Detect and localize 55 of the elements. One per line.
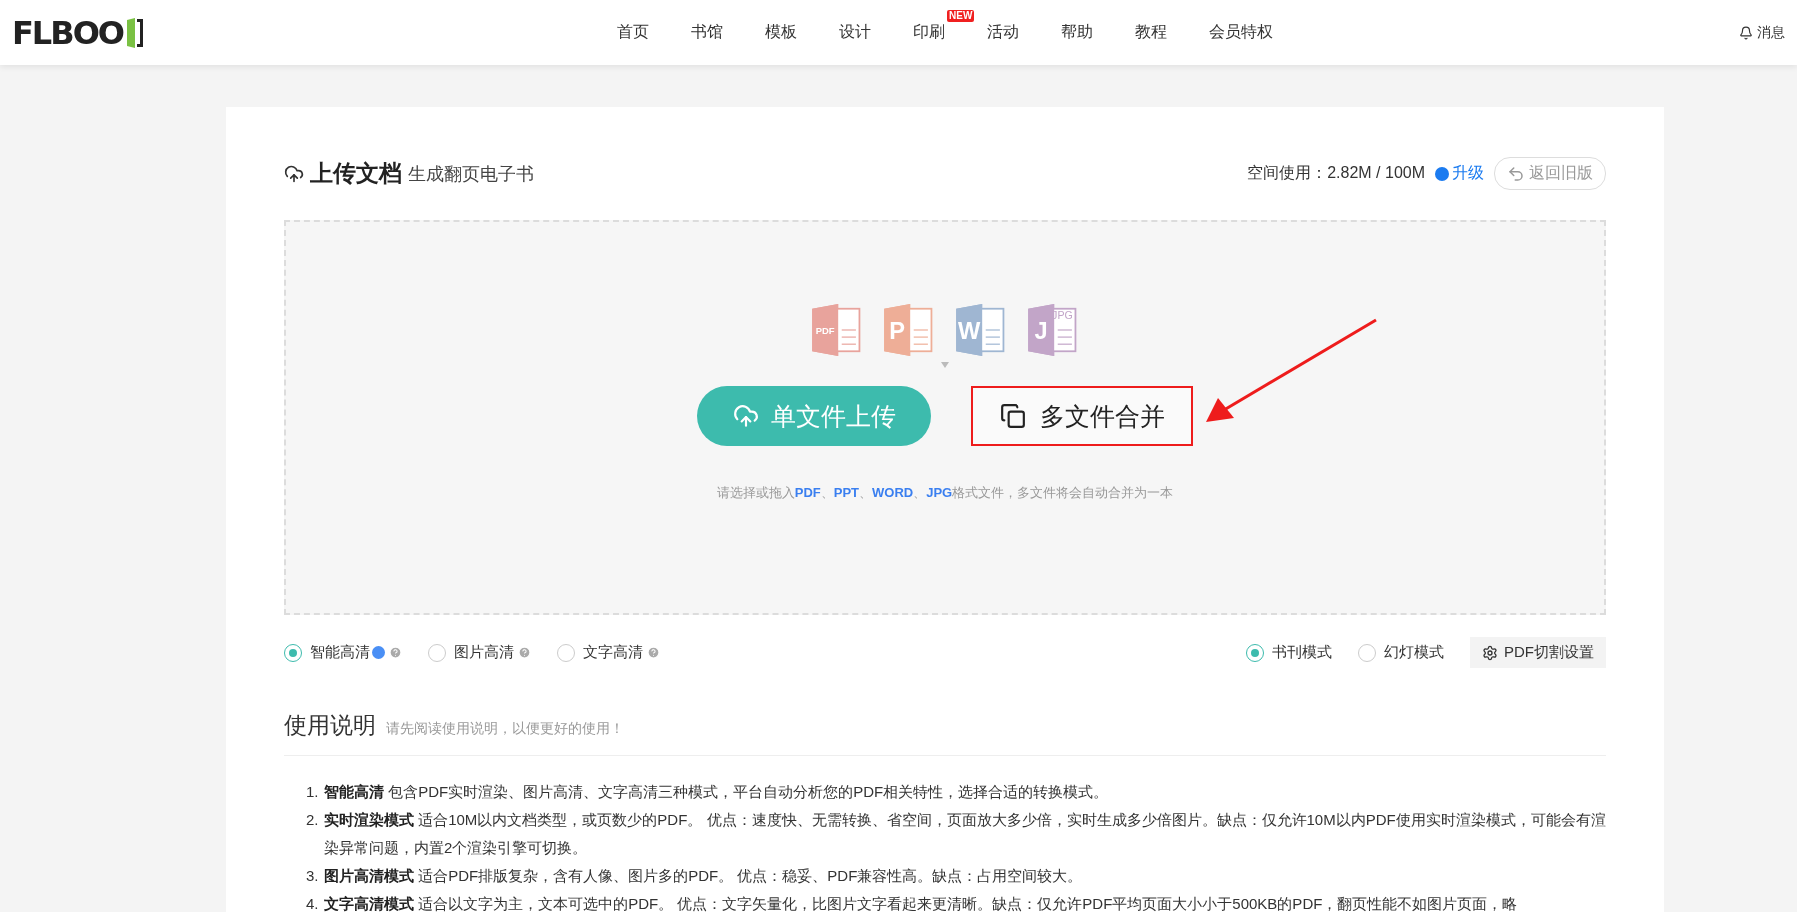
instruction-text: 图片高清模式 适合PDF排版复杂，含有人像、图片多的PDF。 优点：稳妥、PDF兼容性高。缺点：占用空间较大。 xyxy=(324,866,1083,886)
list-number: 4. xyxy=(306,894,320,912)
radio-label: 幻灯模式 xyxy=(1384,643,1444,662)
help-icon[interactable] xyxy=(518,646,531,659)
instruction-text: 文字高清模式 适合以文字为主，文本可选中的PDF。 优点：文字矢量化，比图片文字看起来更清晰。缺点：仅允许PDF平均页面大小小于500KB的PDF，翻页性能不如图片页面，略 xyxy=(324,894,1518,912)
documents-icon xyxy=(999,403,1026,429)
reply-icon xyxy=(1507,164,1525,183)
nav-link[interactable]: 活动 xyxy=(987,22,1019,43)
page-subtitle: 生成翻页电子书 xyxy=(408,162,534,186)
nav-link[interactable]: 首页 xyxy=(617,22,649,43)
nav-link[interactable]: 书馆 xyxy=(691,22,723,43)
multi-file-merge-button[interactable]: 多文件合并 xyxy=(971,386,1193,446)
pdf-split-settings-button[interactable]: PDF切割设置 xyxy=(1470,637,1606,668)
radio-button[interactable] xyxy=(428,643,446,662)
radio-button[interactable] xyxy=(284,643,302,662)
upload-icon xyxy=(732,403,759,429)
mode-radio[interactable]: 幻灯模式 xyxy=(1358,643,1444,662)
radio-label: 书刊模式 xyxy=(1272,643,1332,662)
bell-icon xyxy=(1739,25,1753,40)
nav-link[interactable]: 模板 xyxy=(765,22,797,43)
nav-link[interactable]: 会员特权 xyxy=(1209,22,1273,43)
logo[interactable]: FLBOO xyxy=(12,13,572,52)
radio-button[interactable] xyxy=(1358,643,1376,662)
radio-label: 文字高清 xyxy=(583,643,643,662)
quality-radio[interactable]: 文字高清 xyxy=(557,643,660,662)
instruction-text: 实时渲染模式 适合10M以内文档类型，或页数少的PDF。 优点：速度快、无需转换、省空间，页面放大多少倍，实时生成多少倍图片。缺点：仅允许10M以内PDF使用实时渲染模式，可能会有渲染异常问题，内置2个渲染引擎可切换。 xyxy=(324,810,1606,858)
upgrade-icon xyxy=(1435,166,1449,181)
help-icon[interactable] xyxy=(389,646,402,659)
nav-link[interactable]: 教程 xyxy=(1135,22,1167,43)
radio-button[interactable] xyxy=(557,643,575,662)
instructions-title: 使用说明 xyxy=(284,711,376,740)
nav-link[interactable]: 设计 xyxy=(839,22,871,43)
radio-label: 智能高清 xyxy=(310,643,370,662)
messages-link[interactable]: 消息 xyxy=(1739,23,1785,42)
page-title: 上传文档 xyxy=(310,159,402,188)
quality-radio[interactable]: 图片高清 xyxy=(428,643,531,662)
instructions-subtitle: 请先阅读使用说明，以便更好的使用！ xyxy=(386,720,624,738)
help-icon[interactable] xyxy=(647,646,660,659)
quality-radio[interactable]: 智能高清 xyxy=(284,643,402,662)
nav-link[interactable]: 帮助 xyxy=(1061,22,1093,43)
logo-text: FLBOO xyxy=(12,13,124,52)
list-number: 1. xyxy=(306,782,320,802)
list-number: 3. xyxy=(306,866,320,886)
storage-usage: 空间使用：2.82M / 100M xyxy=(1247,163,1425,183)
upgrade-link[interactable]: 升级 xyxy=(1435,163,1484,184)
radio-button[interactable] xyxy=(1246,643,1264,662)
new-badge: NEW xyxy=(947,10,975,22)
instruction-text: 智能高清 包含PDF实时渲染、图片高清、文字高清三种模式，平台自动分析您的PDF相关特性，选择合适的转换模式。 xyxy=(324,782,1109,802)
settings-icon xyxy=(1482,644,1498,661)
logo-bracket-icon xyxy=(125,17,146,48)
mode-radio[interactable]: 书刊模式 xyxy=(1246,643,1332,662)
caret-icon xyxy=(941,362,949,368)
radio-label: 图片高清 xyxy=(454,643,514,662)
upload-icon xyxy=(284,163,304,184)
list-number: 2. xyxy=(306,810,320,830)
